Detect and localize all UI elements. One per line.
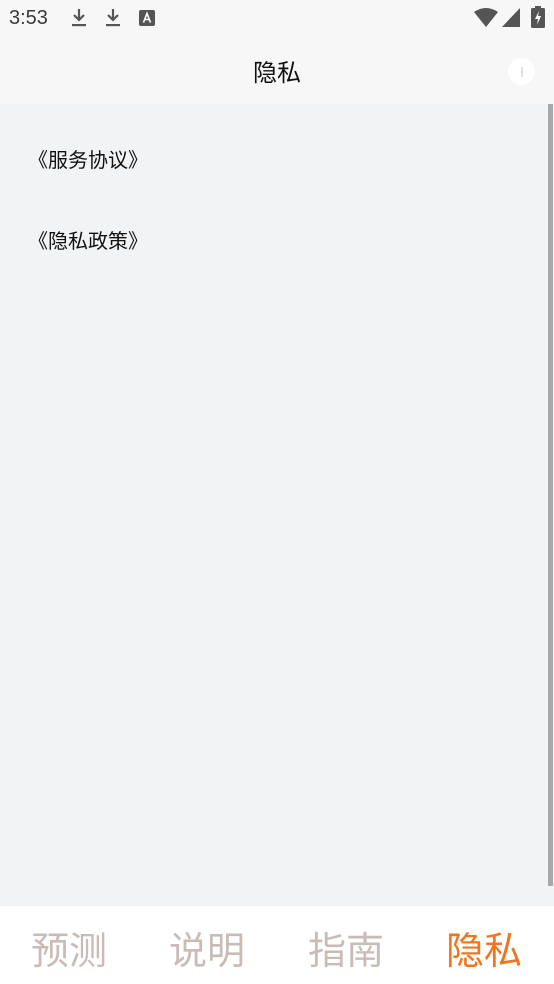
tab-privacy[interactable]: 隐私 bbox=[415, 920, 553, 975]
battery-charging-icon bbox=[531, 6, 545, 28]
wifi-icon bbox=[474, 8, 498, 27]
status-time: 3:53 bbox=[9, 7, 48, 29]
tab-predict[interactable]: 预测 bbox=[0, 920, 138, 975]
tab-guide[interactable]: 指南 bbox=[277, 920, 415, 975]
tab-instructions[interactable]: 说明 bbox=[138, 920, 276, 975]
download-icon bbox=[106, 9, 120, 27]
signal-icon bbox=[502, 8, 520, 27]
status-bar: 3:53 bbox=[0, 0, 554, 36]
page-title: 隐私 bbox=[253, 59, 301, 87]
info-icon[interactable] bbox=[508, 58, 535, 85]
download-icon bbox=[72, 9, 86, 27]
app-header: 隐私 bbox=[0, 36, 554, 104]
privacy-policy-link[interactable]: 《隐私政策》 bbox=[28, 225, 148, 254]
bottom-tab-bar: 预测 说明 指南 隐私 bbox=[0, 906, 554, 984]
content-area: 《服务协议》 《隐私政策》 bbox=[0, 104, 554, 906]
font-a-icon bbox=[139, 10, 155, 26]
scrollbar[interactable] bbox=[548, 104, 553, 886]
service-agreement-link[interactable]: 《服务协议》 bbox=[28, 144, 148, 173]
